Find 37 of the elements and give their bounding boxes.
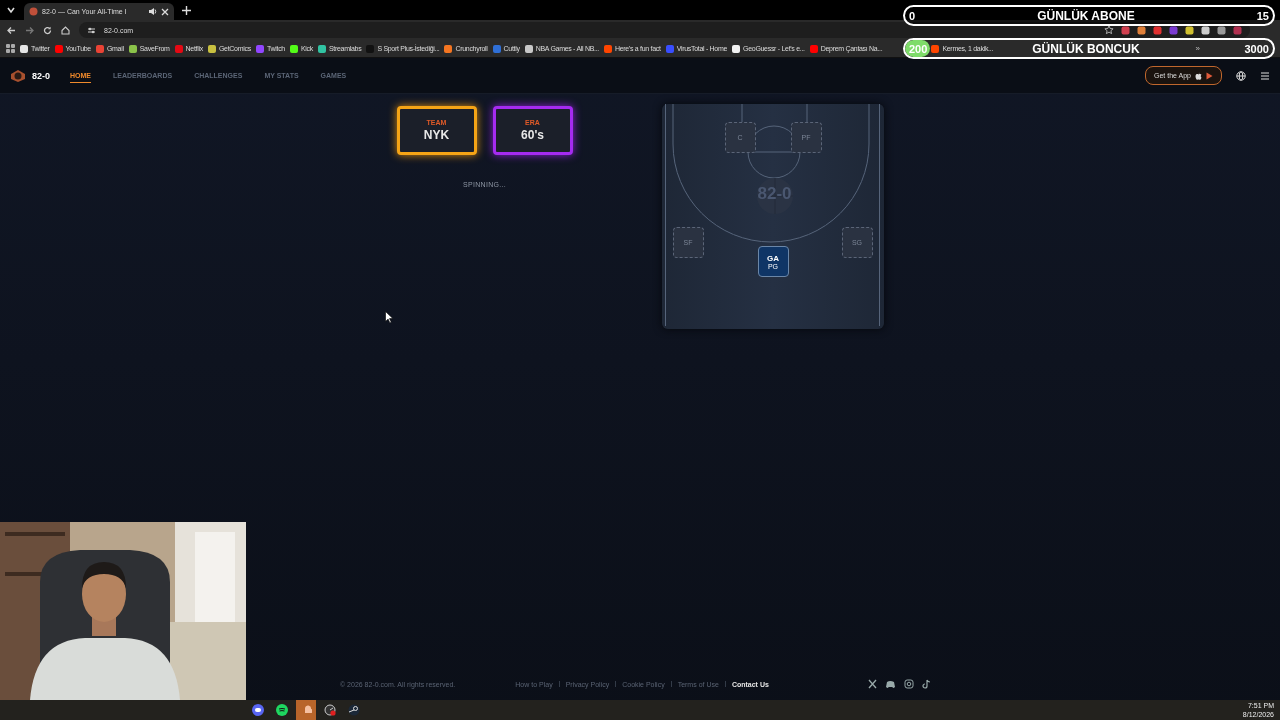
play-store-icon (1206, 71, 1213, 80)
x-icon[interactable] (868, 679, 878, 689)
site-info-icon[interactable] (87, 25, 96, 35)
steam-icon (348, 704, 360, 716)
instagram-icon[interactable] (904, 679, 914, 689)
more-bookmarks-button[interactable]: » (1195, 44, 1200, 53)
brand-name[interactable]: 82-0 (32, 70, 50, 81)
card-value: NYK (423, 128, 450, 142)
forward-icon[interactable] (25, 25, 34, 35)
player-initials: GA (767, 253, 779, 263)
new-tab-icon[interactable] (182, 5, 191, 15)
card-value: 60's (521, 128, 544, 142)
goal-target: 3000 (1244, 42, 1269, 55)
globe-icon[interactable] (1236, 70, 1246, 81)
goal-current: 0 (909, 9, 916, 22)
favicon-icon (29, 7, 38, 16)
reload-icon[interactable] (43, 25, 52, 35)
bookmark-star-icon[interactable] (1104, 25, 1114, 35)
cursor-icon (385, 311, 393, 323)
gauge-icon (324, 704, 336, 716)
discord-icon[interactable] (886, 679, 896, 689)
apple-icon (1195, 71, 1202, 80)
speaker-icon[interactable] (148, 7, 157, 16)
back-icon[interactable] (7, 25, 16, 35)
close-icon[interactable] (161, 7, 169, 16)
tiktok-icon[interactable] (922, 679, 932, 689)
goal-title: GÜNLÜK BONCUK (1032, 41, 1140, 56)
spotify-icon (276, 704, 288, 716)
discord-icon (252, 704, 264, 716)
apps-icon[interactable] (6, 44, 15, 53)
goal-target: 15 (1256, 9, 1269, 22)
logo-icon[interactable] (10, 68, 26, 83)
goal-title: GÜNLÜK ABONE (1037, 8, 1135, 23)
home-icon[interactable] (61, 25, 70, 35)
goal-current: 200 (909, 42, 928, 55)
menu-icon[interactable] (1260, 70, 1270, 81)
tab-list-icon[interactable] (6, 5, 16, 15)
